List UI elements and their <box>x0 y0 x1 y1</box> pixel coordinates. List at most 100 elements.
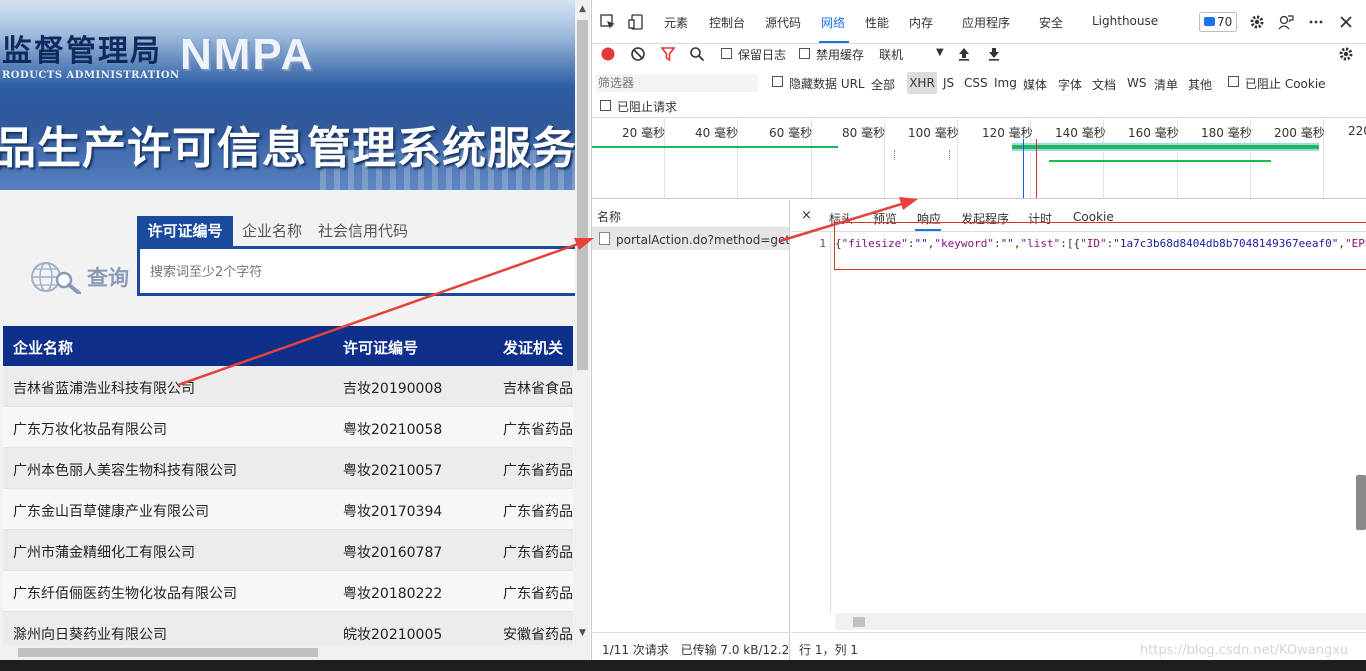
device-toolbar-icon[interactable] <box>628 14 644 30</box>
filter-icon[interactable] <box>660 46 676 62</box>
filter-type-css[interactable]: CSS <box>964 76 988 90</box>
filter-type-other[interactable]: 其他 <box>1188 76 1212 93</box>
filter-type-js[interactable]: JS <box>943 76 954 90</box>
blocked-requests-checkbox[interactable] <box>600 100 611 111</box>
filter-type-media[interactable]: 媒体 <box>1023 76 1047 93</box>
tab-performance[interactable]: 性能 <box>865 14 889 31</box>
filter-type-font[interactable]: 字体 <box>1058 76 1082 93</box>
tab-console[interactable]: 控制台 <box>709 14 745 31</box>
tab-application[interactable]: 应用程序 <box>962 14 1010 31</box>
filter-type-ws[interactable]: WS <box>1127 76 1146 90</box>
filter-type-all[interactable]: 全部 <box>871 76 895 93</box>
gear-icon[interactable] <box>1249 14 1265 30</box>
filter-type-xhr[interactable]: XHR <box>907 72 937 94</box>
devtools-panel: 元素 控制台 源代码 网络 性能 内存 应用程序 安全 Lighthouse 7… <box>591 0 1366 660</box>
network-settings-icon[interactable] <box>1338 46 1354 62</box>
chevron-down-icon[interactable]: ▼ <box>936 47 944 58</box>
preserve-log-checkbox[interactable] <box>721 48 732 59</box>
scrollbar-thumb[interactable] <box>853 617 865 627</box>
timeline-tick-label: 60 毫秒 <box>769 126 813 140</box>
table-row[interactable]: 广东万妆化妆品有限公司 粤妆20210058 广东省药品 <box>3 407 573 448</box>
throttle-select[interactable]: 联机 <box>879 46 903 63</box>
issuing-authority-cell: 广东省药品 <box>503 545 573 561</box>
clear-icon[interactable] <box>630 46 646 62</box>
waterfall-marker <box>949 150 951 160</box>
hide-data-urls-checkbox[interactable] <box>772 76 783 87</box>
company-name-cell[interactable]: 广东纤佰俪医药生物化妆品有限公司 <box>13 583 237 603</box>
close-icon[interactable] <box>1338 14 1354 30</box>
search-button[interactable]: 查询 <box>87 262 129 292</box>
globe-magnifier-icon[interactable] <box>30 260 82 294</box>
license-number-cell: 粤妆20180222 <box>343 586 443 602</box>
timeline-tick-label: 40 毫秒 <box>695 126 739 140</box>
filter-input[interactable] <box>596 74 758 92</box>
search-tab-company-name[interactable]: 企业名称 <box>242 216 302 246</box>
website-viewport: 监督管理局 RODUCTS ADMINISTRATION NMPA 品生产许可信… <box>0 0 590 660</box>
license-number-cell: 吉妆20190008 <box>343 381 443 397</box>
annotation-highlight-box <box>834 222 1366 270</box>
network-status-bar: 1/11 次请求 已传输 7.0 kB/12.2 kB <box>592 632 790 660</box>
company-name-cell[interactable]: 吉林省蓝浦浩业科技有限公司 <box>13 378 195 398</box>
site-vertical-scrollbar[interactable]: ▲ ▼ <box>575 0 590 660</box>
record-icon[interactable] <box>600 46 616 62</box>
filter-type-doc[interactable]: 文档 <box>1092 76 1116 93</box>
table-row[interactable]: 广州市蒲金精细化工有限公司 粤妆20160787 广东省药品 <box>3 530 573 571</box>
header-issuing-authority[interactable]: 发证机关 <box>503 337 563 358</box>
blocked-cookies-checkbox[interactable] <box>1228 76 1239 87</box>
hide-data-urls-label: 隐藏数据 URL <box>789 77 865 91</box>
disable-cache-checkbox[interactable] <box>799 48 810 59</box>
site-horizontal-scrollbar[interactable] <box>0 645 590 660</box>
company-name-cell[interactable]: 广东万妆化妆品有限公司 <box>13 419 167 439</box>
transferred-size: 已传输 7.0 kB/12.2 kB <box>680 643 790 657</box>
header-license-number[interactable]: 许可证编号 <box>343 337 418 358</box>
header-company-name[interactable]: 企业名称 <box>13 337 73 358</box>
company-name-cell[interactable]: 广东金山百草健康产业有限公司 <box>13 501 209 521</box>
import-har-icon[interactable] <box>957 46 971 62</box>
tab-sources[interactable]: 源代码 <box>765 14 801 31</box>
system-title: 品生产许可信息管理系统服务 <box>0 123 575 174</box>
close-detail-icon[interactable]: × <box>801 208 812 223</box>
feedback-icon[interactable] <box>1278 14 1294 30</box>
issues-badge[interactable]: 70 <box>1199 12 1237 32</box>
search-tab-credit-code[interactable]: 社会信用代码 <box>318 216 408 246</box>
scroll-down-icon[interactable]: ▼ <box>575 624 590 642</box>
inspect-element-icon[interactable] <box>600 14 616 30</box>
response-horizontal-scrollbar[interactable] <box>835 613 1366 630</box>
issuing-authority-cell: 广东省药品 <box>503 586 573 602</box>
scroll-up-icon[interactable]: ▲ <box>575 0 590 18</box>
timeline-tick-label: 160 毫秒 <box>1128 126 1179 140</box>
scrollbar-thumb[interactable] <box>18 648 318 657</box>
edge-widget <box>1356 475 1366 530</box>
tab-elements[interactable]: 元素 <box>664 14 688 31</box>
company-name-cell[interactable]: 滁州向日葵药业有限公司 <box>13 624 167 644</box>
network-filter-bar: 隐藏数据 URL 全部 XHR JS CSS Img 媒体 字体 文档 WS 清… <box>592 70 1366 118</box>
request-list-header[interactable]: 名称 <box>592 200 789 228</box>
tab-network[interactable]: 网络 <box>821 14 845 31</box>
table-row[interactable]: 广东纤佰俪医药生物化妆品有限公司 粤妆20180222 广东省药品 <box>3 571 573 612</box>
search-input[interactable] <box>150 261 550 283</box>
table-row[interactable]: 广东金山百草健康产业有限公司 粤妆20170394 广东省药品 <box>3 489 573 530</box>
table-row[interactable]: 广州本色丽人美容生物科技有限公司 粤妆20210057 广东省药品 <box>3 448 573 489</box>
company-name-cell[interactable]: 广州市蒲金精细化工有限公司 <box>13 542 195 562</box>
tab-lighthouse[interactable]: Lighthouse <box>1092 14 1158 28</box>
network-toolbar: 保留日志 禁用缓存 联机 ▼ <box>592 44 1366 66</box>
company-name-cell[interactable]: 广州本色丽人美容生物科技有限公司 <box>13 460 237 480</box>
issues-count: 70 <box>1217 15 1233 29</box>
request-row[interactable]: portalAction.do?method=get... <box>592 228 789 250</box>
scrollbar-thumb[interactable] <box>577 20 588 370</box>
results-table-header: 企业名称 许可证编号 发证机关 <box>3 326 573 366</box>
active-tab-indicator <box>819 41 849 43</box>
filter-type-manifest[interactable]: 清单 <box>1154 76 1178 93</box>
search-icon[interactable] <box>689 46 705 62</box>
table-row[interactable]: 吉林省蓝浦浩业科技有限公司 吉妆20190008 吉林省食品 <box>3 366 573 407</box>
filter-type-img[interactable]: Img <box>994 76 1017 90</box>
waterfall-bar <box>1049 160 1271 162</box>
tab-security[interactable]: 安全 <box>1039 14 1063 31</box>
results-table: 企业名称 许可证编号 发证机关 吉林省蓝浦浩业科技有限公司 吉妆20190008 吉… <box>3 326 573 660</box>
load-event-line <box>1036 139 1037 198</box>
export-har-icon[interactable] <box>987 46 1001 62</box>
more-options-icon[interactable] <box>1308 14 1324 30</box>
network-overview-timeline[interactable]: 20 毫秒 40 毫秒 60 毫秒 80 毫秒 100 毫秒 120 毫秒 14… <box>592 119 1366 199</box>
tab-memory[interactable]: 内存 <box>909 14 933 31</box>
search-tab-license-number[interactable]: 许可证编号 <box>137 216 233 246</box>
